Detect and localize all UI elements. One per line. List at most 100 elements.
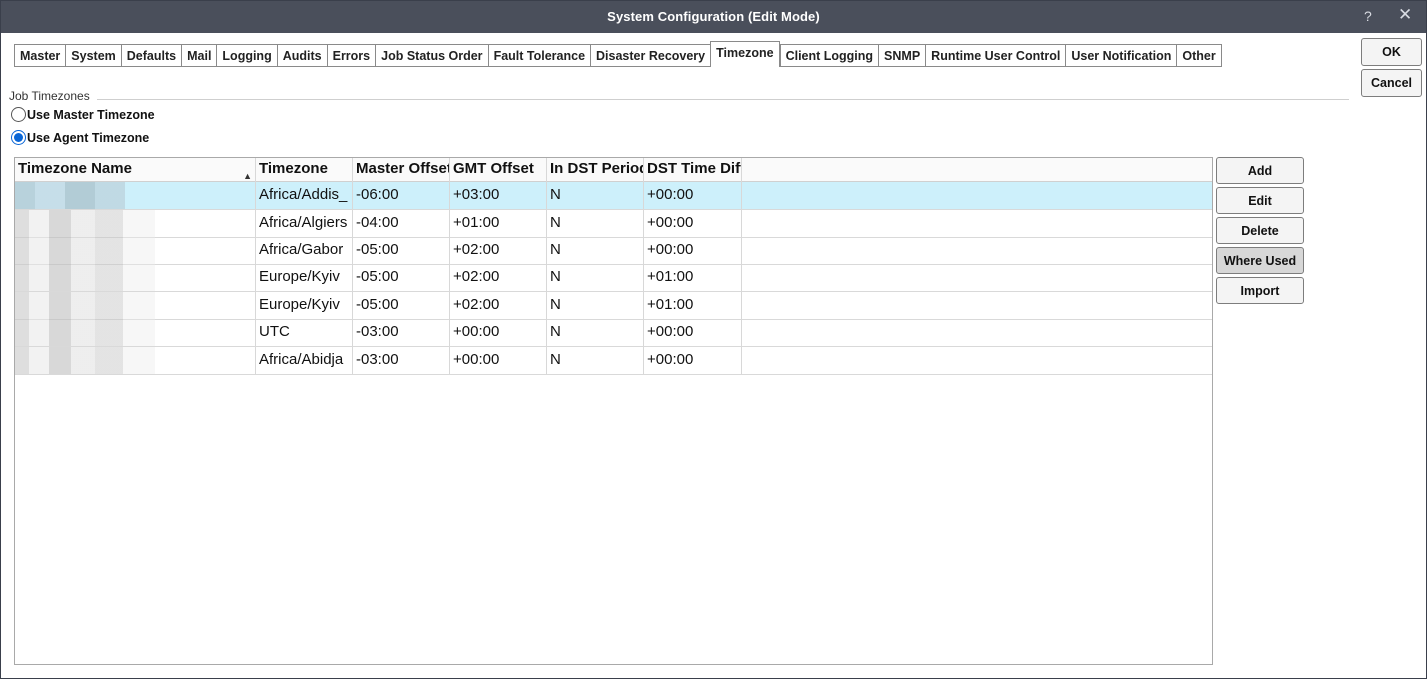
radio-button[interactable] xyxy=(11,107,26,122)
import-button[interactable]: Import xyxy=(1216,277,1304,304)
cell-master-offset: -03:00 xyxy=(353,319,450,346)
radio-master-timezone[interactable]: Use Master Timezone xyxy=(11,107,155,122)
tab-other[interactable]: Other xyxy=(1176,44,1222,67)
cell-master-offset: -05:00 xyxy=(353,264,450,291)
column-header-in-dst-period[interactable]: In DST Period xyxy=(547,158,644,182)
cell-master-offset: -06:00 xyxy=(353,182,450,209)
cell-timezone: Africa/Abidja xyxy=(256,347,353,374)
cell-gmt-offset: +01:00 xyxy=(450,210,547,237)
cell-in-dst: N xyxy=(547,292,644,319)
redacted-name xyxy=(15,210,255,237)
table-row[interactable]: Africa/Abidja -03:00 +00:00 N +00:00 xyxy=(15,347,1212,375)
close-icon[interactable]: ✕ xyxy=(1398,5,1412,25)
cell-timezone-name xyxy=(15,237,256,264)
redacted-name xyxy=(15,237,255,264)
cell-gmt-offset: +02:00 xyxy=(450,264,547,291)
tab-user-notification[interactable]: User Notification xyxy=(1065,44,1177,67)
cell-timezone: Europe/Kyiv xyxy=(256,292,353,319)
cell-timezone: Europe/Kyiv xyxy=(256,264,353,291)
column-header-gmt-offset[interactable]: GMT Offset xyxy=(450,158,547,182)
redacted-name xyxy=(15,264,255,291)
window-title: System Configuration (Edit Mode) xyxy=(607,9,820,24)
cell-dst-diff: +01:00 xyxy=(644,292,742,319)
cell-dst-diff: +00:00 xyxy=(644,237,742,264)
section-label: Job Timezones xyxy=(9,89,92,103)
radio-button-selected[interactable] xyxy=(11,130,26,145)
timezone-table[interactable]: Timezone Name ▲ Timezone Master Offset G… xyxy=(14,157,1213,665)
column-header-master-offset[interactable]: Master Offset xyxy=(353,158,450,182)
cell-timezone-name xyxy=(15,182,256,209)
tab-logging[interactable]: Logging xyxy=(216,44,277,67)
cell-timezone-name xyxy=(15,210,256,237)
ok-button[interactable]: OK xyxy=(1361,38,1422,66)
redacted-name xyxy=(15,292,255,319)
cell-dst-diff: +00:00 xyxy=(644,319,742,346)
tab-audits[interactable]: Audits xyxy=(276,44,327,67)
tab-system[interactable]: System xyxy=(65,44,121,67)
table-header: Timezone Name ▲ Timezone Master Offset G… xyxy=(15,158,1212,182)
help-icon[interactable]: ? xyxy=(1364,8,1372,24)
cell-timezone: Africa/Algiers xyxy=(256,210,353,237)
redacted-name xyxy=(15,182,255,209)
tab-mail[interactable]: Mail xyxy=(181,44,217,67)
cell-gmt-offset: +00:00 xyxy=(450,319,547,346)
cell-timezone-name xyxy=(15,264,256,291)
cell-gmt-offset: +00:00 xyxy=(450,347,547,374)
tab-errors[interactable]: Errors xyxy=(326,44,376,67)
tab-disaster-recovery[interactable]: Disaster Recovery xyxy=(590,44,711,67)
cell-timezone: Africa/Gabor xyxy=(256,237,353,264)
table-row[interactable]: Africa/Addis_ -06:00 +03:00 N +00:00 xyxy=(15,182,1212,210)
delete-button[interactable]: Delete xyxy=(1216,217,1304,244)
table-row[interactable]: Europe/Kyiv -05:00 +02:00 N +01:00 xyxy=(15,292,1212,320)
tab-timezone[interactable]: Timezone xyxy=(710,41,780,67)
tab-snmp[interactable]: SNMP xyxy=(878,44,926,67)
table-row[interactable]: Africa/Gabor -05:00 +02:00 N +00:00 xyxy=(15,237,1212,265)
column-header-timezone-name[interactable]: Timezone Name ▲ xyxy=(15,158,256,182)
cell-dst-diff: +00:00 xyxy=(644,182,742,209)
tab-runtime-user-control[interactable]: Runtime User Control xyxy=(925,44,1066,67)
cell-in-dst: N xyxy=(547,237,644,264)
cancel-button[interactable]: Cancel xyxy=(1361,69,1422,97)
cell-dst-diff: +01:00 xyxy=(644,264,742,291)
cell-master-offset: -04:00 xyxy=(353,210,450,237)
table-row[interactable]: Europe/Kyiv -05:00 +02:00 N +01:00 xyxy=(15,264,1212,292)
edit-button[interactable]: Edit xyxy=(1216,187,1304,214)
cell-in-dst: N xyxy=(547,182,644,209)
section-divider xyxy=(97,99,1349,100)
cell-gmt-offset: +03:00 xyxy=(450,182,547,209)
radio-agent-timezone[interactable]: Use Agent Timezone xyxy=(11,130,149,145)
cell-dst-diff: +00:00 xyxy=(644,210,742,237)
radio-label: Use Master Timezone xyxy=(27,107,155,122)
tab-fault-tolerance[interactable]: Fault Tolerance xyxy=(487,44,591,67)
add-button[interactable]: Add xyxy=(1216,157,1304,184)
cell-timezone-name xyxy=(15,347,256,374)
tab-defaults[interactable]: Defaults xyxy=(120,44,182,67)
cell-master-offset: -05:00 xyxy=(353,292,450,319)
cell-in-dst: N xyxy=(547,347,644,374)
cell-dst-diff: +00:00 xyxy=(644,347,742,374)
cell-in-dst: N xyxy=(547,319,644,346)
dialog-window: System Configuration (Edit Mode) ? ✕ Mas… xyxy=(0,0,1427,679)
table-row[interactable]: UTC -03:00 +00:00 N +00:00 xyxy=(15,319,1212,347)
cell-timezone-name xyxy=(15,292,256,319)
column-header-timezone[interactable]: Timezone xyxy=(256,158,353,182)
cell-master-offset: -05:00 xyxy=(353,237,450,264)
column-header-dst-time-diff[interactable]: DST Time Diff xyxy=(644,158,742,182)
cell-in-dst: N xyxy=(547,264,644,291)
cell-master-offset: -03:00 xyxy=(353,347,450,374)
tab-master[interactable]: Master xyxy=(14,44,66,67)
cell-timezone-name xyxy=(15,319,256,346)
radio-label: Use Agent Timezone xyxy=(27,130,150,145)
cell-timezone: Africa/Addis_ xyxy=(256,182,353,209)
tab-bar: Master System Defaults Mail Logging Audi… xyxy=(14,41,1222,67)
column-header-label: Timezone Name xyxy=(18,160,132,177)
cell-gmt-offset: +02:00 xyxy=(450,292,547,319)
where-used-button[interactable]: Where Used xyxy=(1216,247,1304,274)
table-row[interactable]: Africa/Algiers -04:00 +01:00 N +00:00 xyxy=(15,210,1212,238)
tab-job-status-order[interactable]: Job Status Order xyxy=(375,44,488,67)
cell-in-dst: N xyxy=(547,210,644,237)
tab-client-logging[interactable]: Client Logging xyxy=(779,44,879,67)
sort-ascending-icon: ▲ xyxy=(243,171,252,181)
cell-gmt-offset: +02:00 xyxy=(450,237,547,264)
title-bar[interactable]: System Configuration (Edit Mode) ? ✕ xyxy=(1,1,1426,33)
